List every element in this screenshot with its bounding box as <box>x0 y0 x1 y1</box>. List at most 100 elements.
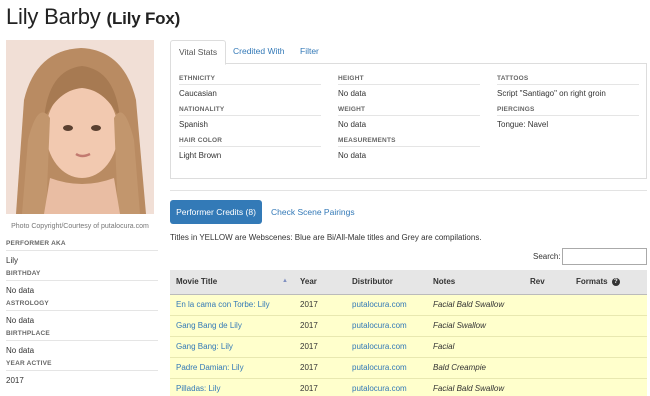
stat-height: HEIGHT No data <box>338 75 480 98</box>
vital-stats-panel: ETHNICITY Caucasian NATIONALITY Spanish … <box>170 63 647 179</box>
cell-distributor: putalocura.com <box>346 315 427 337</box>
sidebar-value: No data <box>6 286 35 295</box>
cell-year: 2017 <box>294 336 346 358</box>
column-header-notes[interactable]: Notes <box>427 270 524 295</box>
cell-formats <box>570 315 647 337</box>
cell-rev <box>524 315 570 337</box>
cell-rev <box>524 378 570 396</box>
search-label: Search: <box>533 252 561 261</box>
distributor-link[interactable]: putalocura.com <box>352 384 407 393</box>
stat-measurements: MEASUREMENTS No data <box>338 137 480 160</box>
stat-label: HAIR COLOR <box>179 137 321 147</box>
sidebar-value: No data <box>6 346 35 355</box>
column-header-label: Formats <box>576 277 608 287</box>
movie-title-link[interactable]: En la cama con Torbe: Lily <box>176 300 270 309</box>
tab-credited-with[interactable]: Credited With <box>225 40 293 64</box>
table-header-row: Movie Title ▲ Year Distributor Notes Rev… <box>170 270 647 295</box>
performer-credits-button[interactable]: Performer Credits (8) <box>170 200 262 224</box>
stat-value: Caucasian <box>179 89 217 98</box>
sidebar-item-birthday: BIRTHDAY No data <box>6 270 158 300</box>
sidebar-label: PERFORMER AKA <box>6 240 158 251</box>
performer-alias: (Lily Fox) <box>106 9 181 28</box>
stat-label: TATTOOS <box>497 75 639 85</box>
cell-distributor: putalocura.com <box>346 294 427 316</box>
column-header-rev[interactable]: Rev <box>524 270 570 295</box>
performer-name: Lily Barby <box>6 4 101 29</box>
tab-filter[interactable]: Filter <box>292 40 327 64</box>
stat-value: No data <box>338 89 367 98</box>
stat-label: MEASUREMENTS <box>338 137 480 147</box>
cell-notes: Facial Bald Swallow <box>427 294 524 316</box>
table-row: Gang Bang de Lily 2017 putalocura.com Fa… <box>170 315 647 337</box>
column-header-movie-title[interactable]: Movie Title ▲ <box>170 270 294 295</box>
cell-year: 2017 <box>294 357 346 379</box>
section-divider <box>170 190 647 191</box>
stat-weight: WEIGHT No data <box>338 106 480 129</box>
performer-sidebar: PERFORMER AKA Lily BIRTHDAY No data ASTR… <box>6 240 158 390</box>
cell-distributor: putalocura.com <box>346 378 427 396</box>
stat-value: No data <box>338 151 367 160</box>
table-row: Pilladas: Lily 2017 putalocura.com Facia… <box>170 378 647 396</box>
cell-notes: Facial Bald Swallow <box>427 378 524 396</box>
stat-nationality: NATIONALITY Spanish <box>179 106 321 129</box>
cell-year: 2017 <box>294 315 346 337</box>
stat-label: NATIONALITY <box>179 106 321 116</box>
cell-title: Gang Bang: Lily <box>170 336 294 358</box>
cell-title: Padre Damian: Lily <box>170 357 294 379</box>
column-header-year[interactable]: Year <box>294 270 346 295</box>
stat-label: HEIGHT <box>338 75 480 85</box>
sidebar-item-year-active: YEAR ACTIVE 2017 <box>6 360 158 390</box>
table-row: En la cama con Torbe: Lily 2017 putalocu… <box>170 294 647 316</box>
cell-year: 2017 <box>294 294 346 316</box>
cell-notes: Facial <box>427 336 524 358</box>
column-header-formats[interactable]: Formats ? <box>570 270 647 295</box>
distributor-link[interactable]: putalocura.com <box>352 300 407 309</box>
column-header-distributor[interactable]: Distributor <box>346 270 427 295</box>
sidebar-item-aka: PERFORMER AKA Lily <box>6 240 158 270</box>
sort-asc-icon: ▲ <box>282 278 288 284</box>
tab-vital-stats[interactable]: Vital Stats <box>170 40 227 65</box>
cell-title: Pilladas: Lily <box>170 378 294 396</box>
credits-table: Movie Title ▲ Year Distributor Notes Rev… <box>170 270 647 396</box>
distributor-link[interactable]: putalocura.com <box>352 321 407 330</box>
stat-label: ETHNICITY <box>179 75 321 85</box>
sidebar-label: BIRTHDAY <box>6 270 158 281</box>
stat-value: Tongue: Navel <box>497 120 549 129</box>
profile-tabs: Vital Stats Credited With Filter <box>170 40 647 65</box>
sidebar-label: BIRTHPLACE <box>6 330 158 341</box>
table-row: Gang Bang: Lily 2017 putalocura.com Faci… <box>170 336 647 358</box>
sidebar-value: Lily <box>6 256 19 265</box>
movie-title-link[interactable]: Pilladas: Lily <box>176 384 220 393</box>
sidebar-value: 2017 <box>6 376 24 385</box>
search-input[interactable] <box>562 248 647 265</box>
stat-value: Light Brown <box>179 151 222 160</box>
table-row: Padre Damian: Lily 2017 putalocura.com B… <box>170 357 647 379</box>
performer-photo <box>6 40 154 214</box>
cell-formats <box>570 294 647 316</box>
sidebar-item-birthplace: BIRTHPLACE No data <box>6 330 158 360</box>
stat-piercings: PIERCINGS Tongue: Navel <box>497 106 639 129</box>
stat-ethnicity: ETHNICITY Caucasian <box>179 75 321 98</box>
cell-year: 2017 <box>294 378 346 396</box>
sidebar-label: ASTROLOGY <box>6 300 158 311</box>
cell-title: En la cama con Torbe: Lily <box>170 294 294 316</box>
stat-value: Script "Santiago" on right groin <box>497 89 606 98</box>
distributor-link[interactable]: putalocura.com <box>352 342 407 351</box>
stat-value: No data <box>338 120 367 129</box>
cell-notes: Facial Swallow <box>427 315 524 337</box>
cell-rev <box>524 294 570 316</box>
help-icon[interactable]: ? <box>611 278 620 287</box>
cell-formats <box>570 336 647 358</box>
column-header-label: Movie Title <box>176 277 218 287</box>
sidebar-item-astrology: ASTROLOGY No data <box>6 300 158 330</box>
movie-title-link[interactable]: Gang Bang de Lily <box>176 321 242 330</box>
cell-distributor: putalocura.com <box>346 357 427 379</box>
stat-tattoos: TATTOOS Script "Santiago" on right groin <box>497 75 639 98</box>
stat-label: WEIGHT <box>338 106 480 116</box>
sidebar-label: YEAR ACTIVE <box>6 360 158 371</box>
movie-title-link[interactable]: Padre Damian: Lily <box>176 363 244 372</box>
distributor-link[interactable]: putalocura.com <box>352 363 407 372</box>
check-scene-pairings-link[interactable]: Check Scene Pairings <box>271 207 355 217</box>
cell-title: Gang Bang de Lily <box>170 315 294 337</box>
movie-title-link[interactable]: Gang Bang: Lily <box>176 342 233 351</box>
